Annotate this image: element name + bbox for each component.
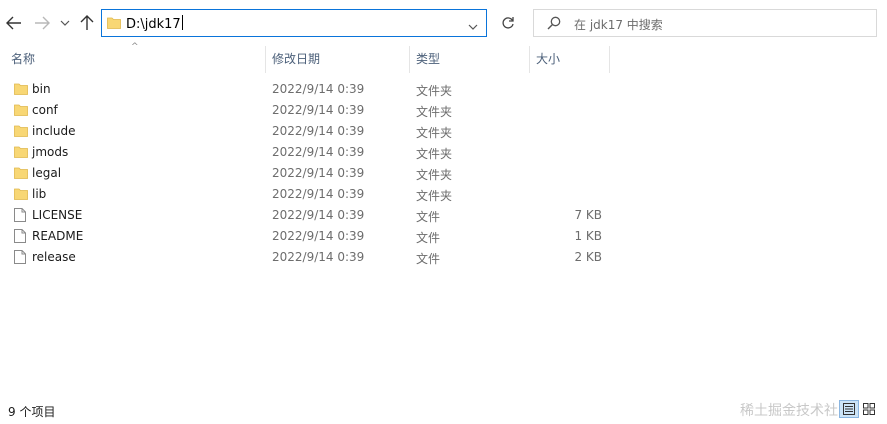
text-cursor	[181, 15, 183, 30]
file-name: jmods	[32, 145, 69, 159]
file-row[interactable]: conf 2022/9/14 0:39 文件夹	[0, 100, 887, 121]
address-path[interactable]: D:\jdk17	[126, 15, 183, 32]
file-name: release	[32, 250, 76, 264]
file-name: lib	[32, 187, 47, 201]
column-header-size[interactable]: 大小	[536, 46, 560, 73]
arrow-right-icon	[35, 16, 50, 30]
file-date: 2022/9/14 0:39	[272, 208, 365, 222]
watermark-text: 稀土掘金技术社区	[740, 403, 852, 419]
search-box[interactable]: 在 jdk17 中搜索	[533, 9, 877, 37]
file-icon	[14, 229, 26, 246]
file-row[interactable]: include 2022/9/14 0:39 文件夹	[0, 121, 887, 142]
file-date: 2022/9/14 0:39	[272, 103, 365, 117]
navigation-bar: D:\jdk17 在 jdk17 中搜索	[0, 0, 887, 46]
file-size: 1 KB	[574, 229, 602, 243]
file-name: include	[32, 124, 76, 138]
file-type: 文件夹	[416, 189, 453, 203]
address-dropdown-button[interactable]	[468, 19, 478, 33]
sort-ascending-icon: ^	[131, 42, 139, 52]
file-row[interactable]: LICENSE 2022/9/14 0:39 文件 7 KB	[0, 205, 887, 226]
file-type: 文件	[416, 231, 441, 245]
column-divider[interactable]	[265, 46, 266, 73]
search-icon	[547, 16, 561, 33]
column-header-type[interactable]: 类型	[416, 46, 440, 73]
file-type: 文件夹	[416, 105, 453, 119]
column-header-name[interactable]: 名称	[11, 46, 35, 73]
item-count: 9 个项目	[8, 405, 56, 419]
file-row[interactable]: bin 2022/9/14 0:39 文件夹	[0, 79, 887, 100]
file-row[interactable]: release 2022/9/14 0:39 文件 2 KB	[0, 247, 887, 268]
file-name: LICENSE	[32, 208, 83, 222]
file-type: 文件	[416, 210, 441, 224]
file-name: bin	[32, 82, 51, 96]
file-size: 2 KB	[574, 250, 602, 264]
file-type: 文件夹	[416, 168, 453, 182]
refresh-icon	[502, 17, 514, 29]
folder-icon	[107, 16, 121, 33]
file-row[interactable]: jmods 2022/9/14 0:39 文件夹	[0, 142, 887, 163]
arrow-up-icon	[80, 15, 94, 30]
chevron-down-icon	[468, 24, 478, 30]
file-row[interactable]: legal 2022/9/14 0:39 文件夹	[0, 163, 887, 184]
details-view-icon	[843, 403, 855, 415]
file-name: conf	[32, 103, 58, 117]
file-name: README	[32, 229, 84, 243]
file-icon	[14, 250, 26, 267]
address-bar[interactable]: D:\jdk17	[101, 9, 487, 37]
folder-icon	[14, 187, 28, 204]
column-header-date[interactable]: 修改日期	[272, 46, 320, 73]
file-type: 文件夹	[416, 147, 453, 161]
file-name: legal	[32, 166, 62, 180]
file-size: 7 KB	[574, 208, 602, 222]
view-switcher	[839, 400, 879, 420]
details-view-button[interactable]	[839, 400, 859, 418]
column-divider[interactable]	[529, 46, 530, 73]
address-path-text: D:\jdk17	[126, 17, 181, 32]
file-row[interactable]: lib 2022/9/14 0:39 文件夹	[0, 184, 887, 205]
file-date: 2022/9/14 0:39	[272, 229, 365, 243]
column-divider[interactable]	[409, 46, 410, 73]
recent-locations-button[interactable]	[57, 11, 73, 35]
file-date: 2022/9/14 0:39	[272, 250, 365, 264]
file-row[interactable]: README 2022/9/14 0:39 文件 1 KB	[0, 226, 887, 247]
refresh-button[interactable]	[494, 9, 522, 37]
search-placeholder: 在 jdk17 中搜索	[574, 18, 663, 32]
file-date: 2022/9/14 0:39	[272, 124, 365, 138]
file-type: 文件夹	[416, 126, 453, 140]
large-icons-view-button[interactable]	[859, 400, 879, 418]
up-button[interactable]	[77, 11, 97, 35]
file-date: 2022/9/14 0:39	[272, 145, 365, 159]
arrow-left-icon	[6, 16, 21, 30]
forward-button[interactable]	[32, 11, 52, 35]
file-date: 2022/9/14 0:39	[272, 187, 365, 201]
file-icon	[14, 208, 26, 225]
folder-icon	[14, 124, 28, 141]
file-date: 2022/9/14 0:39	[272, 82, 365, 96]
folder-icon	[14, 103, 28, 120]
folder-icon	[14, 166, 28, 183]
back-button[interactable]	[4, 11, 24, 35]
chevron-down-icon	[60, 20, 70, 26]
file-date: 2022/9/14 0:39	[272, 166, 365, 180]
large-icons-view-icon	[863, 403, 875, 415]
folder-icon	[14, 145, 28, 162]
file-type: 文件夹	[416, 84, 453, 98]
folder-icon	[14, 82, 28, 99]
column-divider[interactable]	[609, 46, 610, 73]
file-type: 文件	[416, 252, 441, 266]
